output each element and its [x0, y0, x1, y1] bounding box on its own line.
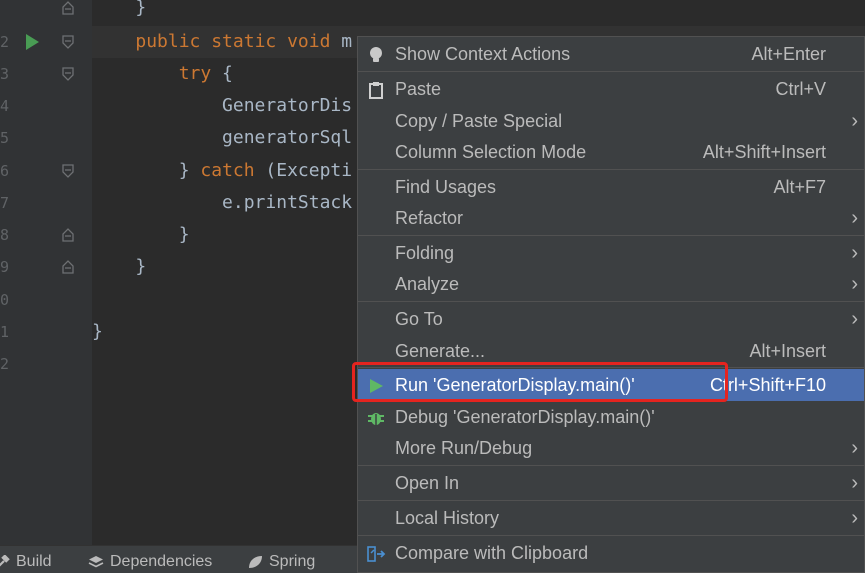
- submenu-arrow-icon: ›: [851, 308, 858, 330]
- gutter-line: 3: [0, 58, 92, 90]
- submenu-arrow-icon: ›: [851, 472, 858, 494]
- line-number: 9: [0, 258, 10, 276]
- gutter-line: 2: [0, 348, 92, 380]
- menu-item-refactor[interactable]: Refactor ›: [358, 202, 864, 234]
- annotation-highlight-box: [352, 362, 728, 402]
- menu-separator: [358, 235, 864, 236]
- gutter-line: 0: [0, 284, 92, 316]
- menu-item-local-history[interactable]: Local History ›: [358, 502, 864, 534]
- submenu-arrow-icon: ›: [851, 207, 858, 229]
- tool-tab-dependencies[interactable]: Dependencies: [88, 551, 212, 573]
- menu-separator: [358, 169, 864, 170]
- gutter-line: 6: [0, 155, 92, 187]
- menu-item-column-selection-mode[interactable]: Column Selection Mode Alt+Shift+Insert: [358, 136, 864, 168]
- editor-gutter: 2 3 4 5 6 7 8 9 0 1 2: [0, 0, 92, 545]
- menu-separator: [358, 301, 864, 302]
- clipboard-icon: [369, 82, 383, 99]
- gutter-line: [0, 0, 92, 24]
- code-line[interactable]: }: [92, 316, 103, 348]
- menu-item-compare-with-clipboard[interactable]: Compare with Clipboard: [358, 537, 864, 569]
- code-line[interactable]: }: [92, 219, 190, 251]
- code-line[interactable]: }: [92, 251, 146, 283]
- submenu-arrow-icon: ›: [851, 110, 858, 132]
- gutter-line: 2: [0, 26, 92, 58]
- tool-tab-build[interactable]: Build: [0, 551, 52, 573]
- hammer-icon: [0, 555, 10, 567]
- menu-separator: [358, 500, 864, 501]
- menu-item-go-to[interactable]: Go To ›: [358, 303, 864, 335]
- code-line[interactable]: public static void m: [92, 26, 352, 58]
- fold-start-icon[interactable]: [60, 34, 76, 50]
- code-line[interactable]: } catch (Excepti: [92, 155, 352, 187]
- menu-separator: [358, 71, 864, 72]
- layers-icon: [88, 556, 104, 568]
- line-number: 4: [0, 97, 10, 115]
- code-line[interactable]: }: [92, 0, 146, 24]
- gutter-line: 7: [0, 187, 92, 219]
- fold-start-icon[interactable]: [60, 66, 76, 82]
- tool-tab-spring[interactable]: Spring: [247, 551, 315, 573]
- menu-item-folding[interactable]: Folding ›: [358, 237, 864, 269]
- fold-end-icon[interactable]: [60, 227, 76, 243]
- menu-item-show-context-actions[interactable]: Show Context Actions Alt+Enter: [358, 38, 864, 70]
- line-number: 6: [0, 162, 10, 180]
- line-number: 3: [0, 65, 10, 83]
- gutter-line: 9: [0, 251, 92, 283]
- line-number: 8: [0, 226, 10, 244]
- debug-icon: [368, 413, 384, 425]
- run-gutter-icon[interactable]: [26, 34, 39, 50]
- line-number: 2: [0, 355, 10, 373]
- context-menu: Show Context Actions Alt+Enter Paste Ctr…: [357, 36, 865, 573]
- menu-item-find-usages[interactable]: Find Usages Alt+F7: [358, 171, 864, 203]
- menu-separator: [358, 465, 864, 466]
- submenu-arrow-icon: ›: [851, 507, 858, 529]
- code-line[interactable]: try {: [92, 58, 233, 90]
- menu-item-paste[interactable]: Paste Ctrl+V: [358, 73, 864, 105]
- spring-leaf-icon: [249, 556, 262, 568]
- line-number: 5: [0, 129, 10, 147]
- code-line[interactable]: e.printStack: [92, 187, 352, 219]
- menu-separator: [358, 535, 864, 536]
- submenu-arrow-icon: ›: [851, 273, 858, 295]
- menu-item-open-in[interactable]: Open In ›: [358, 467, 864, 499]
- fold-end-icon[interactable]: [60, 0, 76, 16]
- compare-icon: [367, 546, 386, 562]
- menu-item-copy-paste-special[interactable]: Copy / Paste Special ›: [358, 105, 864, 137]
- gutter-line: 4: [0, 90, 92, 122]
- code-line[interactable]: GeneratorDis: [92, 90, 352, 122]
- code-line[interactable]: generatorSql: [92, 122, 352, 154]
- menu-item-more-run-debug[interactable]: More Run/Debug ›: [358, 432, 864, 464]
- line-number: 7: [0, 194, 10, 212]
- line-number: 0: [0, 291, 10, 309]
- fold-end-icon[interactable]: [60, 259, 76, 275]
- lightbulb-icon: [370, 47, 382, 62]
- gutter-line: 8: [0, 219, 92, 251]
- line-number: 1: [0, 323, 10, 341]
- gutter-line: 1: [0, 316, 92, 348]
- fold-start-icon[interactable]: [60, 163, 76, 179]
- submenu-arrow-icon: ›: [851, 242, 858, 264]
- submenu-arrow-icon: ›: [851, 437, 858, 459]
- menu-item-analyze[interactable]: Analyze ›: [358, 268, 864, 300]
- line-number: 2: [0, 33, 10, 51]
- menu-item-debug[interactable]: Debug 'GeneratorDisplay.main()': [358, 401, 864, 433]
- gutter-line: 5: [0, 122, 92, 154]
